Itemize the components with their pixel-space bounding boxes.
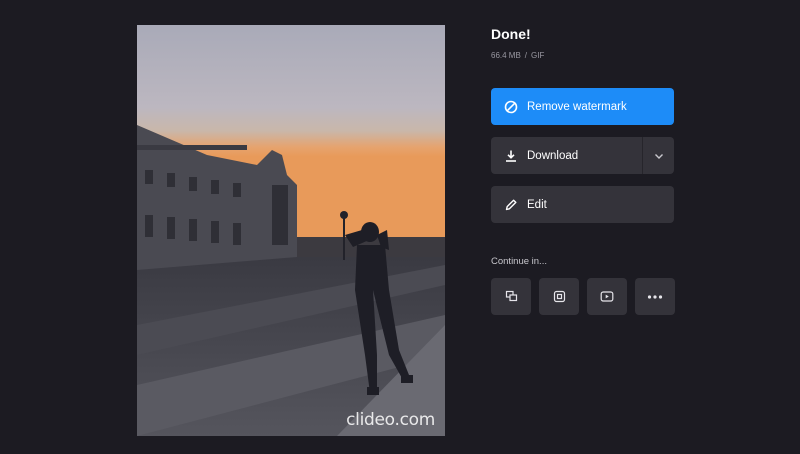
crop-tool-button[interactable] [539, 278, 579, 315]
watermark-text: clideo.com [346, 410, 435, 430]
file-format: GIF [531, 51, 545, 60]
merge-icon [505, 290, 517, 302]
merge-tool-button[interactable] [491, 278, 531, 315]
pencil-icon [504, 198, 518, 212]
result-title: Done! [491, 26, 531, 42]
file-info: 66.4 MB / GIF [491, 51, 674, 61]
file-size: 66.4 MB [491, 51, 521, 60]
remove-watermark-button[interactable]: Remove watermark [491, 88, 674, 125]
more-tools-button[interactable] [635, 278, 675, 315]
chevron-down-icon [654, 153, 663, 159]
download-options-toggle[interactable] [642, 137, 674, 174]
more-icon [647, 294, 663, 299]
crop-icon [553, 290, 565, 303]
download-label: Download [527, 149, 579, 162]
download-button[interactable]: Download [491, 137, 674, 174]
ban-icon [504, 100, 518, 114]
edit-button[interactable]: Edit [491, 186, 674, 223]
preview-image [137, 25, 445, 436]
continue-tools [491, 278, 675, 315]
remove-watermark-label: Remove watermark [527, 100, 627, 113]
download-icon [504, 149, 518, 163]
edit-label: Edit [527, 198, 547, 211]
result-panel: Done! 66.4 MB / GIF Remove watermark Downl… [491, 25, 675, 315]
continue-in-label: Continue in... [491, 256, 547, 267]
result-preview: clideo.com [137, 25, 445, 436]
file-info-separator: / [524, 51, 528, 60]
video-icon [600, 291, 614, 302]
video-tool-button[interactable] [587, 278, 627, 315]
